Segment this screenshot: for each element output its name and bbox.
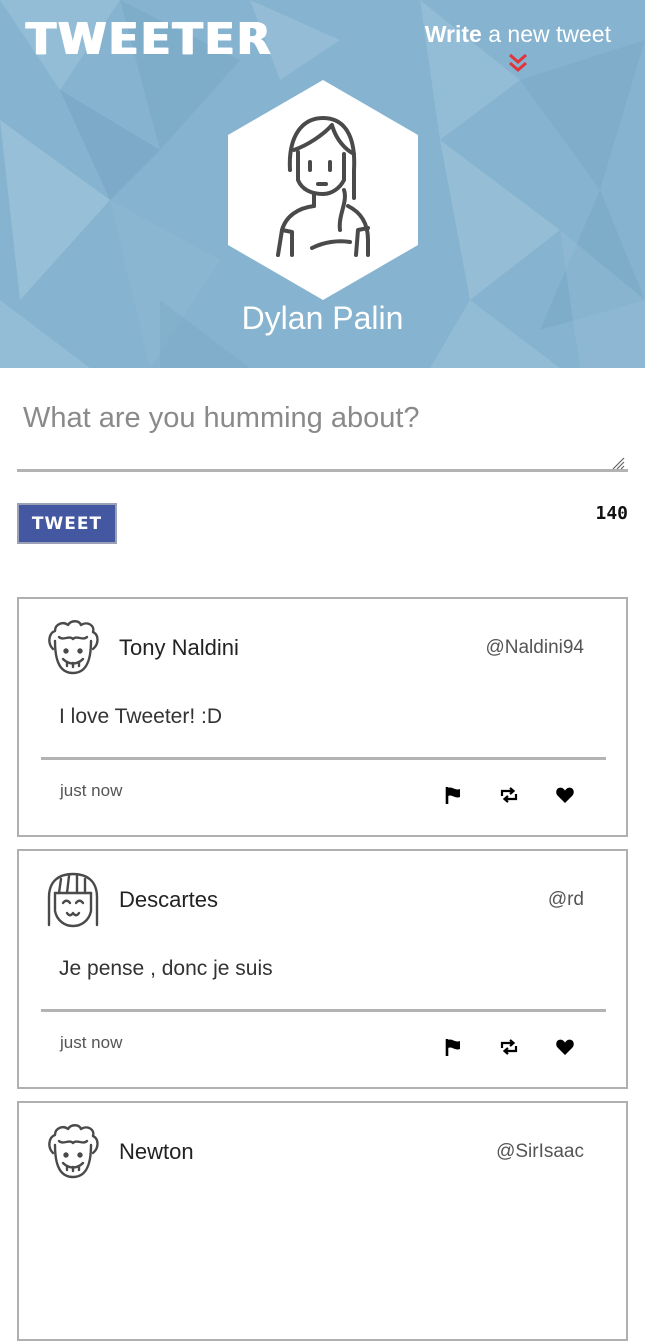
heart-icon[interactable] xyxy=(555,1037,575,1057)
resize-grip-icon[interactable] xyxy=(611,456,625,470)
tweet-input[interactable] xyxy=(17,378,628,472)
tweet-text: I love Tweeter! :D xyxy=(59,705,223,728)
tweet-card: Newton @SirIsaac xyxy=(17,1101,628,1341)
profile-name: Dylan Palin xyxy=(241,300,404,336)
curly-hair-avatar-icon xyxy=(48,620,99,675)
tweet-author[interactable]: Tony Naldini xyxy=(119,635,239,661)
tweet-text: Je pense , donc je suis xyxy=(59,957,273,980)
write-label: Write xyxy=(424,21,482,47)
character-counter: 140 xyxy=(595,503,628,524)
brand-logo: TWEETER xyxy=(26,14,273,65)
bob-hair-avatar-icon xyxy=(47,872,99,928)
flag-icon[interactable] xyxy=(443,1037,463,1057)
retweet-icon[interactable] xyxy=(499,785,519,805)
tweet-timestamp: just now xyxy=(60,1033,123,1052)
double-chevron-down-icon xyxy=(508,53,527,72)
new-tweet-label: a new tweet xyxy=(488,21,611,47)
tweet-author[interactable]: Newton xyxy=(119,1139,194,1165)
retweet-icon[interactable] xyxy=(499,1037,519,1057)
curly-hair-avatar-icon xyxy=(48,1124,99,1179)
tweet-handle[interactable]: @Naldini94 xyxy=(485,637,584,659)
tweet-timestamp: just now xyxy=(60,781,123,800)
tweet-handle[interactable]: @rd xyxy=(548,889,584,911)
write-new-tweet-toggle[interactable]: Write a new tweet xyxy=(425,20,611,74)
flag-icon[interactable] xyxy=(443,785,463,805)
tweet-card: Descartes @rd Je pense , donc je suis ju… xyxy=(17,849,628,1089)
tweet-divider xyxy=(41,1009,606,1012)
profile-avatar xyxy=(228,80,418,300)
tweet-card: Tony Naldini @Naldini94 I love Tweeter! … xyxy=(17,597,628,837)
tweet-handle[interactable]: @SirIsaac xyxy=(496,1141,584,1163)
heart-icon[interactable] xyxy=(555,785,575,805)
tweet-button[interactable]: TWEET xyxy=(17,503,117,544)
tweet-author[interactable]: Descartes xyxy=(119,887,218,913)
tweet-divider xyxy=(41,757,606,760)
profile-header: TWEETER Write a new tweet Dylan Palin xyxy=(0,0,645,368)
